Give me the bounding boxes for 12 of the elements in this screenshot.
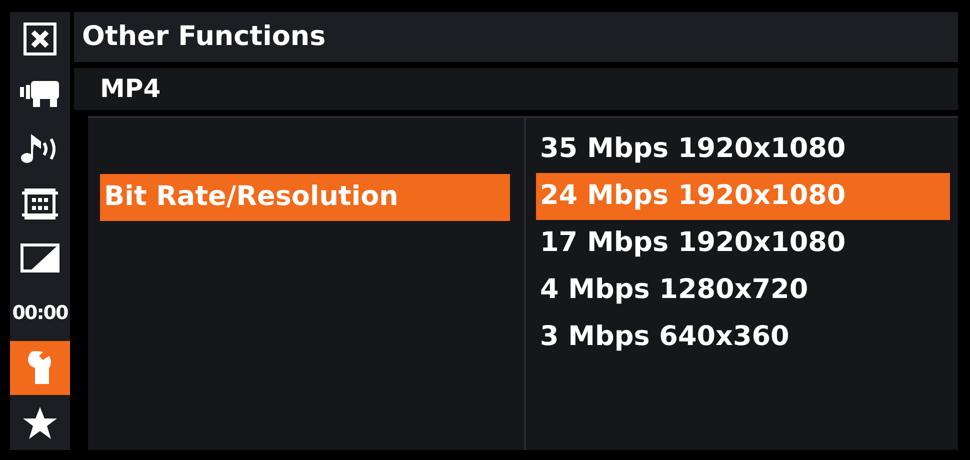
film-frame-icon xyxy=(20,186,60,221)
star-icon xyxy=(22,406,58,440)
video-camera-icon xyxy=(20,79,60,110)
close-icon xyxy=(23,22,57,56)
option-item[interactable]: 3 Mbps 640x360 xyxy=(536,314,950,361)
option-item[interactable]: 35 Mbps 1920x1080 xyxy=(536,126,950,173)
submenu-title: MP4 xyxy=(74,68,958,110)
menu-title: Other Functions xyxy=(74,12,958,62)
sidebar-tab[interactable]: 00:00 xyxy=(10,286,70,340)
exposure-icon xyxy=(20,243,60,274)
option-item[interactable]: 17 Mbps 1920x1080 xyxy=(536,220,950,267)
option-item[interactable]: 4 Mbps 1280x720 xyxy=(536,267,950,314)
